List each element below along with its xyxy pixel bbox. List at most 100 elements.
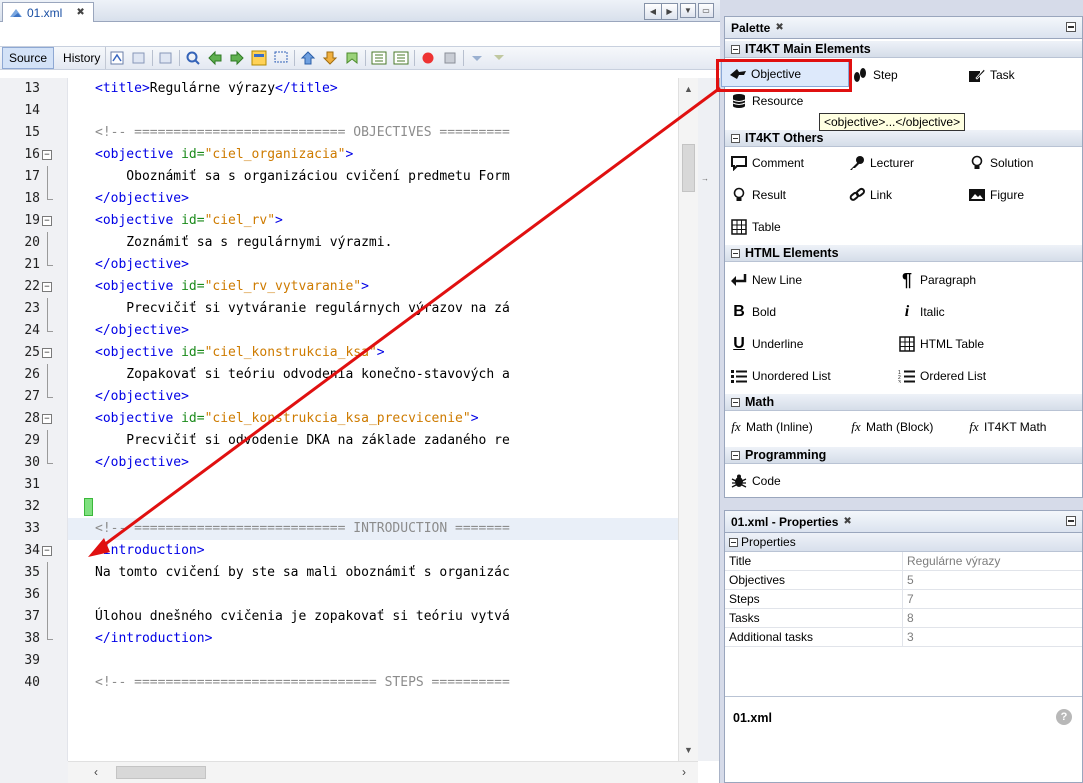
palette-item-comment[interactable]: Comment [729,150,804,176]
more-icon[interactable] [491,50,507,66]
palette-item-ordered-list[interactable]: 1 2 3 Ordered List [897,363,986,389]
code-line[interactable]: </objective> [95,452,189,474]
code-line[interactable]: Precvičiť si vytváranie regulárnych výra… [95,298,510,320]
toggle-bookmark-icon[interactable] [344,50,360,66]
scroll-down-icon[interactable]: ▼ [684,745,693,755]
code-line[interactable]: </objective> [95,254,189,276]
code-line[interactable]: </objective> [95,386,189,408]
palette-item-lecturer[interactable]: Lecturer [847,150,914,176]
palette-item-link[interactable]: Link [847,182,892,208]
fold-collapse-icon[interactable]: − [42,546,52,556]
palette-item-step[interactable]: Step [850,62,898,88]
record-macro-icon[interactable] [420,50,436,66]
code-line[interactable]: Úlohou dnešného cvičenia je zopakovať si… [95,606,510,628]
minimize-icon[interactable] [1066,22,1076,32]
minimize-icon[interactable] [1066,516,1076,526]
property-row[interactable]: Objectives 5 [725,571,1082,590]
close-icon[interactable]: ✖ [775,22,783,33]
palette-item-table[interactable]: Table [729,214,781,240]
collapse-icon[interactable] [729,537,738,547]
history-button[interactable]: History [58,47,107,69]
palette-item-result[interactable]: Result [729,182,786,208]
palette-item-it4kt-math[interactable]: fx IT4KT Math [967,414,1046,440]
property-row[interactable]: Title Regulárne výrazy [725,552,1082,571]
find-icon[interactable] [185,50,201,66]
code-line[interactable]: <!-- =============================== STE… [95,672,510,694]
close-icon[interactable]: ✖ [843,516,851,527]
toggle-highlight-icon[interactable] [251,50,267,66]
code-line[interactable]: <!-- =========================== OBJECTI… [95,122,510,144]
stop-macro-icon[interactable] [442,50,458,66]
shift-right-icon[interactable] [393,50,409,66]
fold-collapse-icon[interactable]: − [42,150,52,160]
code-line[interactable]: </introduction> [95,628,212,650]
properties-section-header[interactable]: Properties [725,533,1082,552]
palette-item-new-line[interactable]: New Line [729,267,802,293]
collapse-icon[interactable] [731,397,740,407]
chevron-down-icon[interactable]: ▼ [680,3,696,18]
last-edit-icon[interactable] [109,50,125,66]
property-value[interactable]: 8 [903,609,1082,627]
code-line[interactable]: Na tomto cvičení by ste sa mali oboznámi… [95,562,510,584]
palette-item-bold[interactable]: B Bold [729,299,776,325]
fold-collapse-icon[interactable]: − [42,414,52,424]
code-line[interactable]: Precvičiť si odvodenie DKA na základe za… [95,430,510,452]
fold-collapse-icon[interactable]: − [42,282,52,292]
property-row[interactable]: Tasks 8 [725,609,1082,628]
palette-item-code[interactable]: Code [729,468,781,494]
code-line[interactable]: <objective id="ciel_konstrukcia_ksa_prec… [95,408,479,430]
property-value[interactable]: 3 [903,628,1082,646]
maximize-icon[interactable]: ▭ [698,3,714,18]
collapse-icon[interactable] [731,133,740,143]
palette-item-solution[interactable]: Solution [967,150,1033,176]
palette-item-html-table[interactable]: HTML Table [897,331,984,357]
code-line[interactable]: <introduction> [95,540,205,562]
next-bookmark-icon[interactable] [322,50,338,66]
source-button[interactable]: Source [2,47,55,69]
category-html-elements[interactable]: HTML Elements [725,244,1082,262]
code-line[interactable]: <!-- =========================== INTRODU… [95,518,510,540]
palette-item-underline[interactable]: U Underline [729,331,803,357]
rect-select-icon[interactable] [273,50,289,66]
code-line[interactable]: <objective id="ciel_rv"> [95,210,283,232]
scroll-right-icon[interactable]: ▶ [661,4,677,19]
category-it4kt-others[interactable]: IT4KT Others [725,129,1082,147]
code-line[interactable]: <objective id="ciel_rv_vytvaranie"> [95,276,369,298]
scroll-left-icon[interactable]: ‹ [94,765,98,779]
code-editor[interactable]: <title>Regulárne výrazy</title> <!-- ====… [68,78,678,761]
palette-item-math-block[interactable]: fx Math (Block) [849,414,933,440]
shift-left-icon[interactable] [371,50,387,66]
close-icon[interactable]: ✖ [76,7,84,18]
code-line[interactable]: </objective> [95,320,189,342]
forward-icon[interactable] [158,50,174,66]
find-next-icon[interactable] [229,50,245,66]
scroll-up-icon[interactable]: ▲ [684,84,693,94]
code-line[interactable]: <title>Regulárne výrazy</title> [95,78,338,100]
palette-item-figure[interactable]: Figure [967,182,1024,208]
file-tab[interactable]: 01.xml ✖ [2,2,94,22]
collapse-icon[interactable] [731,44,740,54]
code-line[interactable]: <objective id="ciel_konstrukcia_ksa"> [95,342,385,364]
property-value[interactable]: 7 [903,590,1082,608]
fold-collapse-icon[interactable]: − [42,348,52,358]
palette-item-paragraph[interactable]: ¶ Paragraph [897,267,976,293]
chevron-down-icon[interactable] [469,50,485,66]
palette-item-task[interactable]: Task [967,62,1015,88]
scroll-left-icon[interactable]: ◀ [645,4,661,19]
property-value[interactable]: Regulárne výrazy [903,552,1082,570]
category-it4kt-main[interactable]: IT4KT Main Elements [725,40,1082,58]
vertical-scrollbar[interactable]: ▲ ▼ [678,78,698,761]
palette-item-math-inline[interactable]: fx Math (Inline) [729,414,812,440]
collapse-icon[interactable] [731,450,740,460]
back-icon[interactable] [131,50,147,66]
property-row[interactable]: Additional tasks 3 [725,628,1082,647]
property-value[interactable]: 5 [903,571,1082,589]
property-row[interactable]: Steps 7 [725,590,1082,609]
code-line[interactable]: Zopakovať si teóriu odvodenia konečno-st… [95,364,510,386]
category-math[interactable]: Math [725,393,1082,411]
horizontal-scrollbar[interactable]: ‹ › [68,761,698,783]
scroll-right-icon[interactable]: › [682,765,686,779]
palette-item-unordered-list[interactable]: Unordered List [729,363,831,389]
collapse-icon[interactable] [731,248,740,258]
find-previous-icon[interactable] [207,50,223,66]
